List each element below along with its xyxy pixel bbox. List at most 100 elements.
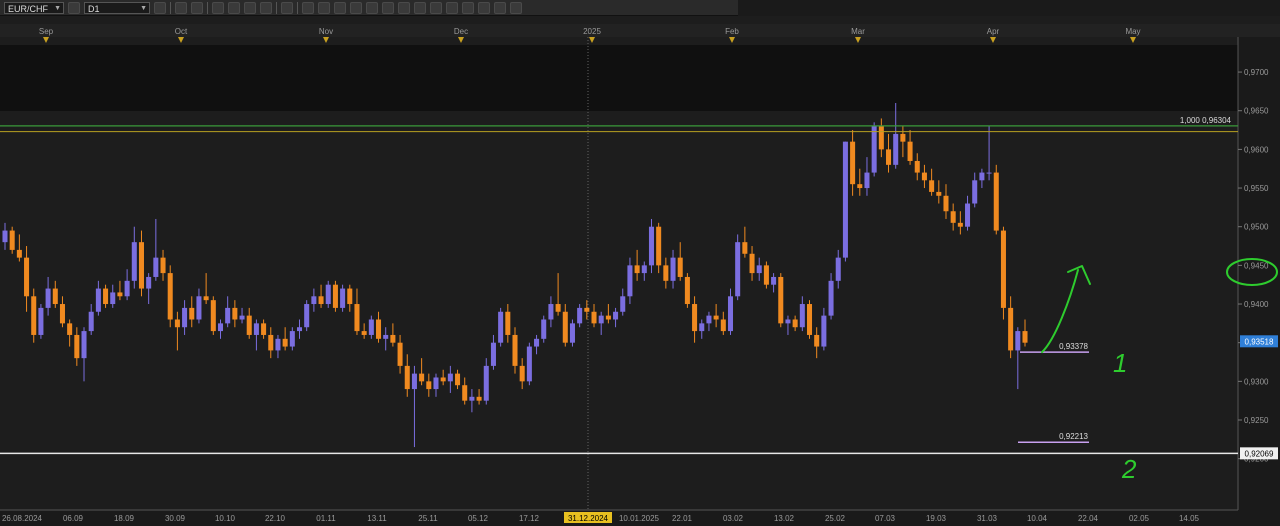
candle-body <box>117 292 123 297</box>
candle-body <box>720 319 726 332</box>
month-label: 2025 <box>583 27 601 36</box>
candle-body <box>325 284 331 305</box>
date-tick-label: 31.12.2024 <box>568 514 609 523</box>
candle-body <box>426 381 432 390</box>
eraser-icon[interactable] <box>510 1 522 14</box>
date-tick-label: 01.11 <box>316 514 336 523</box>
timeframe-select[interactable]: D1 ▼ <box>84 1 150 14</box>
candle-body <box>354 304 360 332</box>
channel-icon[interactable] <box>398 1 410 14</box>
candle-body <box>433 377 439 390</box>
fib-level-label: 1,000 0,96304 <box>1180 116 1232 125</box>
symbol-select[interactable]: EUR/CHF ▼ <box>4 1 64 14</box>
levels-icon[interactable] <box>430 1 442 14</box>
candle-body <box>239 315 245 320</box>
toolbar-separator <box>207 1 208 14</box>
candle-body <box>74 334 80 359</box>
price-tick-label: 0,9600 <box>1244 145 1269 154</box>
candle-body <box>174 319 180 328</box>
candle-body <box>584 307 590 312</box>
candle-body <box>706 315 712 324</box>
candle-body <box>404 365 410 390</box>
candle-body <box>397 342 403 366</box>
candle-body <box>742 242 748 254</box>
candle-body <box>160 257 166 274</box>
fib-icon[interactable] <box>414 1 426 14</box>
candle-body <box>663 265 669 281</box>
settings-icon[interactable] <box>494 1 506 14</box>
candle-body <box>512 334 518 366</box>
link-icon[interactable] <box>68 1 80 14</box>
date-tick-label: 07.03 <box>875 514 896 523</box>
chart-type-icon[interactable] <box>154 1 166 14</box>
date-tick-label: 25.02 <box>825 514 846 523</box>
candle-body <box>217 323 224 332</box>
month-axis-bar <box>0 24 1280 37</box>
candle-body <box>1022 331 1028 343</box>
candle-body <box>289 331 295 347</box>
zoom-out-icon[interactable] <box>228 1 240 14</box>
price-chart[interactable]: Sep Oct Nov Dec 2025 Feb Mar Apr May 0,9700 0,9650… <box>0 16 1280 526</box>
support-price-label: 0,92069 <box>1245 449 1274 458</box>
candle-body <box>620 296 626 312</box>
candle-body <box>957 222 963 227</box>
candle-body <box>440 377 446 382</box>
bar-chart-icon[interactable] <box>175 1 187 14</box>
zoom-in-icon[interactable] <box>212 1 224 14</box>
text-icon[interactable] <box>302 1 314 14</box>
candle-body <box>24 257 30 297</box>
candle-body <box>943 195 949 212</box>
candle-body <box>534 338 540 347</box>
candle-body <box>699 323 705 332</box>
candle-body <box>993 172 999 231</box>
candle-body <box>483 365 489 401</box>
date-tick-label: 22.01 <box>672 514 693 523</box>
candle-body <box>598 315 604 324</box>
candle-body <box>383 334 389 339</box>
cursor-icon[interactable] <box>260 1 272 14</box>
shapes-icon[interactable] <box>318 1 330 14</box>
date-tick-label: 31.03 <box>977 514 998 523</box>
candle-body <box>871 126 877 173</box>
candle-body <box>462 385 468 401</box>
gear-icon[interactable] <box>366 1 378 14</box>
candle-body <box>59 304 65 324</box>
candle-body <box>31 296 37 335</box>
candle-body <box>771 276 777 285</box>
candle-body <box>914 160 920 173</box>
candle-body <box>411 373 417 390</box>
cycle-icon[interactable] <box>462 1 474 14</box>
circle-icon[interactable] <box>334 1 346 14</box>
zoom-fit-icon[interactable] <box>244 1 256 14</box>
month-label: Mar <box>851 27 865 36</box>
candle-body <box>613 311 619 320</box>
pencil-icon[interactable] <box>350 1 362 14</box>
candle-body <box>670 257 676 281</box>
trend-line-icon[interactable] <box>382 1 394 14</box>
crosshair-icon[interactable] <box>281 1 293 14</box>
candle-body <box>124 280 130 297</box>
price-tick-label: 0,9450 <box>1244 261 1269 270</box>
price-tick-label: 0,9550 <box>1244 184 1269 193</box>
candle-body <box>1008 307 1014 351</box>
layers-icon[interactable] <box>478 1 490 14</box>
candle-body <box>9 230 15 250</box>
target-label-2: 0,92213 <box>1059 432 1088 441</box>
candle-body <box>763 265 769 285</box>
candle-body <box>476 396 482 401</box>
candle-body <box>304 304 310 328</box>
candle-body <box>455 373 461 386</box>
candle-body <box>713 315 719 320</box>
candle-body <box>605 315 611 320</box>
candle-body <box>182 307 188 328</box>
candle-body <box>1015 331 1021 351</box>
date-tick-label: 26.08.2024 <box>2 514 43 523</box>
candles-icon[interactable] <box>191 1 203 14</box>
candle-body <box>806 304 813 335</box>
date-tick-label: 18.09 <box>114 514 135 523</box>
candle-body <box>1000 230 1006 308</box>
candle-body <box>842 141 848 258</box>
pitchfork-icon[interactable] <box>446 1 458 14</box>
candle-body <box>900 133 906 142</box>
candle-body <box>986 172 992 174</box>
